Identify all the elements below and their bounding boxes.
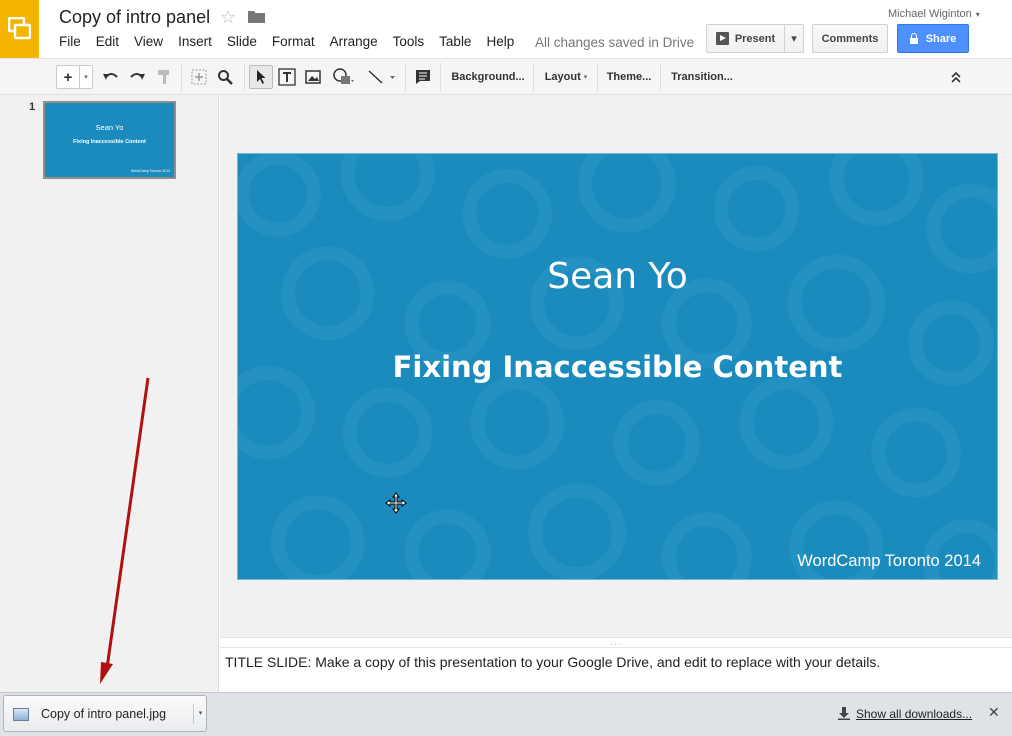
select-icon [257,70,266,84]
slide-footer[interactable]: WordCamp Toronto 2014 [797,552,981,571]
thumbnail-subtitle: Fixing Inaccessible Content [73,139,146,145]
chevron-down-icon: ▾ [198,710,203,717]
collapse-icon [951,71,961,83]
download-bar: Copy of intro panel.jpg ▾ Show all downl… [0,692,1012,736]
slide-title[interactable]: Sean Yo [238,256,997,297]
slide-subtitle[interactable]: Fixing Inaccessible Content [238,350,997,384]
line-button[interactable] [364,65,398,89]
toolbar-divider [660,63,661,91]
slide-thumbnail[interactable]: Sean Yo Fixing Inaccessible Content Word… [43,101,176,179]
zoom-button[interactable] [214,65,236,89]
folder-icon[interactable] [248,10,265,23]
textbox-icon [278,68,296,86]
slides-logo[interactable] [0,0,39,58]
select-tool-button[interactable] [249,65,273,89]
menu-format[interactable]: Format [272,34,315,52]
redo-icon [130,73,145,80]
comments-label: Comments [821,32,879,45]
chevron-down-icon: ▾ [583,74,588,81]
download-arrow-icon [838,707,850,720]
toolbar-divider [181,63,182,91]
menu-file[interactable]: File [59,34,81,52]
image-icon [305,70,321,84]
undo-icon [103,73,118,80]
line-icon [368,70,395,84]
account-menu[interactable]: Michael Wiginton ▾ [888,8,980,20]
menu-view[interactable]: View [134,34,163,52]
present-button[interactable]: Present [706,24,785,53]
comments-button[interactable]: Comments [812,24,888,53]
comment-button[interactable] [412,65,434,89]
undo-button[interactable] [101,65,121,89]
download-item-dropdown[interactable]: ▾ [193,704,207,724]
textbox-button[interactable] [276,65,298,89]
zoom-fit-button[interactable] [188,65,210,89]
present-icon [715,32,729,45]
new-slide-button[interactable]: + [56,65,80,89]
zoom-icon [218,70,233,85]
chevron-down-icon: ▾ [975,10,980,19]
share-label: Share [925,32,957,45]
menu-help[interactable]: Help [486,34,514,52]
show-all-downloads-link[interactable]: Show all downloads... [856,707,972,721]
transition-button[interactable]: Transition... [666,65,738,89]
slide-canvas[interactable]: Sean Yo Fixing Inaccessible Content Word… [237,153,998,580]
paint-format-icon [158,70,169,84]
toolbar-divider [440,63,441,91]
user-name: Michael Wiginton [888,8,972,20]
share-button[interactable]: Share [897,24,969,53]
lock-icon [909,32,918,44]
present-label: Present [734,32,776,45]
new-slide-dropdown[interactable]: ▾ [79,65,93,89]
slide-number: 1 [29,101,36,113]
background-button[interactable]: Background... [448,65,528,89]
menu-edit[interactable]: Edit [96,34,119,52]
menu-bar: File Edit View Insert Slide Format Arran… [59,34,529,52]
image-file-icon [13,708,29,721]
redo-button[interactable] [127,65,147,89]
download-file-name: Copy of intro panel.jpg [41,707,167,721]
move-cursor-icon [385,492,407,514]
slide-filmstrip: 1 Sean Yo Fixing Inaccessible Content Wo… [0,95,219,692]
speaker-notes-text[interactable]: TITLE SLIDE: Make a copy of this present… [225,654,880,670]
present-dropdown-button[interactable]: ▾ [784,24,804,53]
close-icon[interactable]: ✕ [988,704,1000,721]
save-status: All changes saved in Drive [535,35,695,50]
download-item[interactable]: Copy of intro panel.jpg ▾ [3,695,207,732]
thumbnail-title: Sean Yo [95,123,124,132]
theme-button[interactable]: Theme... [603,65,655,89]
star-icon[interactable]: ☆ [220,7,236,28]
speaker-notes[interactable]: TITLE SLIDE: Make a copy of this present… [220,647,1012,692]
slide-canvas-area: Sean Yo Fixing Inaccessible Content Word… [220,95,1012,637]
menu-slide[interactable]: Slide [227,34,257,52]
chevron-down-icon: ▾ [84,74,88,81]
menu-arrange[interactable]: Arrange [330,34,378,52]
shape-icon [333,68,354,84]
layout-button[interactable]: Layout ▾ [540,65,592,89]
menu-table[interactable]: Table [439,34,471,52]
slides-app: Copy of intro panel ☆ File Edit View Ins… [0,0,1012,736]
toolbar-divider [244,63,245,91]
toolbar-divider [597,63,598,91]
document-title[interactable]: Copy of intro panel [59,7,210,28]
chevron-down-icon: ▾ [791,33,797,45]
menu-tools[interactable]: Tools [393,34,425,52]
toolbar-divider [405,63,406,91]
comment-icon [416,70,430,84]
layout-label: Layout [544,71,581,83]
notes-resize-handle[interactable]: ··· [220,637,1012,649]
image-button[interactable] [302,65,324,89]
collapse-toolbar-button[interactable] [945,65,967,89]
menu-insert[interactable]: Insert [178,34,212,52]
thumbnail-footer: WordCamp Toronto 2014 [131,169,170,173]
slides-logo-icon [8,17,31,40]
toolbar: + ▾ Background... Layout ▾ Theme... Tran… [0,58,1012,95]
zoom-fit-icon [191,69,207,85]
toolbar-divider [533,63,534,91]
shape-button[interactable] [328,65,358,89]
paint-format-button[interactable] [154,65,174,89]
header: Copy of intro panel ☆ File Edit View Ins… [0,0,1012,58]
